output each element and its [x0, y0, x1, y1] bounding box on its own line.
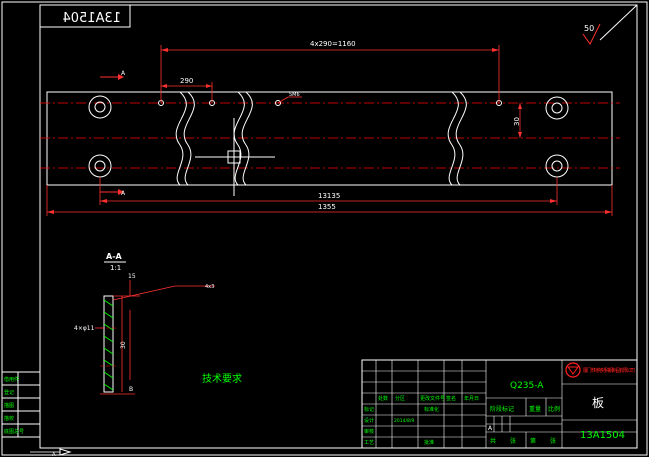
svg-text:5M6: 5M6	[289, 92, 300, 98]
svg-text:13135: 13135	[318, 192, 340, 200]
svg-text:张: 张	[550, 437, 556, 445]
svg-text:标准化: 标准化	[424, 406, 439, 413]
svg-text:15: 15	[128, 273, 136, 280]
svg-text:4x290=1160: 4x290=1160	[310, 40, 356, 48]
section-marker-bottom: A	[100, 189, 126, 197]
svg-text:4×φ11: 4×φ11	[74, 325, 95, 332]
svg-text:A-A: A-A	[106, 252, 123, 261]
svg-text:A: A	[52, 452, 56, 457]
inner-frame	[39, 4, 638, 449]
part-name: 板	[592, 396, 604, 410]
corner-mark	[599, 4, 638, 41]
hole-left-bottom	[88, 154, 112, 178]
header-stage: 阶段标记	[490, 405, 514, 413]
break-lines	[175, 91, 467, 186]
dim-290: 290	[161, 77, 213, 103]
svg-text:A: A	[121, 70, 126, 77]
svg-text:登记: 登记	[4, 389, 14, 396]
roughness-symbol: 50	[582, 23, 601, 45]
svg-text:厦门市特克 特殊钢制品有限公司: 厦门市特克 特殊钢制品有限公司	[583, 367, 635, 374]
svg-text:2014/8/9: 2014/8/9	[394, 418, 414, 424]
section-dim-side: 30 B	[100, 296, 135, 395]
svg-text:分区: 分区	[395, 395, 405, 402]
section-leader-4x3: 4x3	[112, 284, 215, 301]
svg-text:290: 290	[180, 77, 193, 85]
svg-text:处数: 处数	[378, 395, 388, 402]
svg-text:工艺: 工艺	[364, 440, 374, 446]
plate-outline	[46, 91, 613, 186]
hole-note: 5M6	[277, 92, 302, 104]
drawing-canvas: 13A1504 50 A A 4x290=1160 290 5M6 30 131…	[1, 1, 648, 457]
tech-requirements: 技术要求	[202, 372, 242, 385]
dim-1355: 1355	[46, 185, 613, 216]
header-scale: 比例	[548, 405, 560, 413]
svg-text:第: 第	[530, 437, 536, 445]
svg-text:批准: 批准	[424, 439, 434, 446]
svg-text:1:1: 1:1	[110, 264, 121, 272]
title-block: 厦门市特克 特殊钢制品有限公司 Q235-A 板 13A1504 阶段标记 重量…	[361, 359, 638, 449]
section-view	[100, 295, 117, 393]
svg-text:描校: 描校	[4, 415, 14, 422]
header-weight: 重量	[529, 405, 541, 413]
svg-text:年月日: 年月日	[464, 395, 479, 402]
svg-text:借用件: 借用件	[4, 376, 19, 383]
left-stamp-table: 借用件 登记 描图 描校 底图总号	[1, 371, 41, 438]
svg-text:签名: 签名	[446, 395, 456, 402]
hole-right-top	[545, 96, 569, 120]
material: Q235-A	[510, 381, 544, 391]
svg-text:更改文件号: 更改文件号	[420, 395, 445, 402]
drawing-number: 13A1504	[580, 430, 625, 441]
svg-text:B: B	[129, 386, 133, 393]
svg-text:30: 30	[120, 341, 127, 349]
section-label: A-A 1:1	[104, 252, 126, 272]
stage-mark: A	[488, 425, 493, 432]
svg-text:设计: 设计	[364, 417, 374, 424]
svg-text:4x3: 4x3	[205, 284, 214, 290]
section-dim-hole: 4×φ11	[74, 325, 104, 332]
svg-text:50: 50	[584, 24, 594, 33]
section-dim-15: 15	[113, 273, 140, 297]
svg-text:张: 张	[510, 437, 516, 445]
svg-text:1355: 1355	[318, 203, 336, 211]
outer-frame	[1, 1, 648, 456]
svg-text:底图总号: 底图总号	[4, 428, 24, 435]
stamp-mirrored: 13A1504	[62, 11, 121, 26]
svg-text:共: 共	[490, 437, 496, 445]
hole-left-top	[88, 95, 112, 119]
section-marker-top: A	[100, 70, 126, 80]
svg-text:描图: 描图	[4, 402, 14, 409]
bottom-arrow: A	[30, 448, 72, 457]
dim-30: 30	[513, 103, 522, 138]
svg-text:A: A	[121, 190, 126, 197]
svg-text:审核: 审核	[364, 428, 374, 435]
dim-13135: 13135	[99, 177, 558, 205]
svg-text:30: 30	[513, 117, 521, 126]
svg-text:标记: 标记	[364, 406, 374, 413]
hole-right-bottom	[545, 154, 569, 178]
company-logo: 厦门市特克 特殊钢制品有限公司	[565, 362, 635, 378]
